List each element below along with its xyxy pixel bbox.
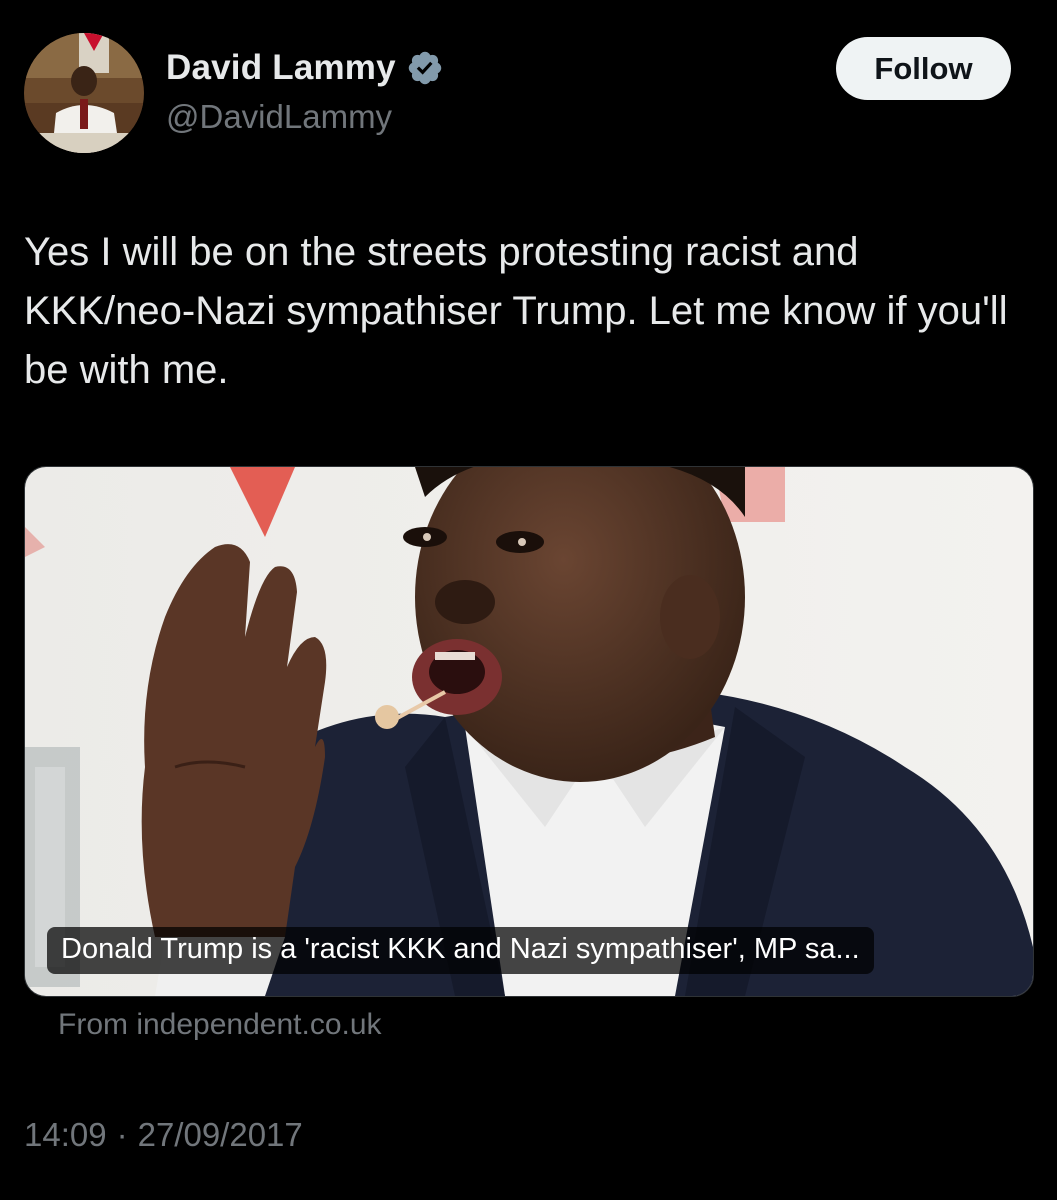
link-source[interactable]: From independent.co.uk	[58, 1008, 382, 1042]
verified-badge-icon	[408, 51, 442, 85]
link-card[interactable]: Donald Trump is a 'racist KKK and Nazi s…	[24, 466, 1034, 997]
author-display-name[interactable]: David Lammy	[166, 48, 396, 88]
tweet-timestamp[interactable]: 14:09 · 27/09/2017	[24, 1116, 303, 1154]
avatar-photo	[24, 33, 144, 153]
avatar[interactable]	[24, 33, 144, 153]
link-card-image	[25, 467, 1033, 996]
timestamp-separator: ·	[116, 1116, 128, 1153]
link-card-caption: Donald Trump is a 'racist KKK and Nazi s…	[47, 927, 874, 974]
follow-button[interactable]: Follow	[836, 37, 1011, 100]
timestamp-time: 14:09	[24, 1116, 107, 1153]
author-handle[interactable]: @DavidLammy	[166, 98, 392, 136]
timestamp-date: 27/09/2017	[137, 1116, 303, 1153]
tweet-text: Yes I will be on the streets protesting …	[24, 230, 1008, 392]
author-name-row[interactable]: David Lammy	[166, 48, 444, 88]
